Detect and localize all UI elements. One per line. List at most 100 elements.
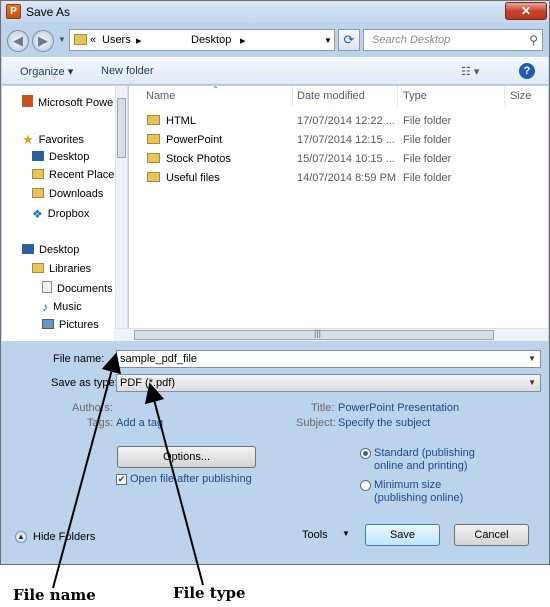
views-icon[interactable]: ☷ ▾ — [461, 65, 479, 78]
file-row[interactable]: PowerPoint 17/07/2014 12:15 ... File fol… — [129, 131, 548, 150]
powerpoint-app-icon: P — [6, 4, 21, 19]
save-as-type-select[interactable]: PDF (*.pdf) ▼ — [116, 374, 541, 392]
recent-places-icon — [32, 169, 44, 179]
column-header-size[interactable]: Size — [510, 90, 531, 102]
tools-button[interactable]: Tools — [302, 529, 328, 541]
nav-item-downloads[interactable]: Downloads — [32, 188, 103, 200]
column-divider[interactable] — [292, 86, 293, 106]
column-header-type[interactable]: Type — [403, 90, 427, 102]
nav-item-music[interactable]: ♪ Music — [42, 300, 82, 314]
breadcrumb-users[interactable]: Users — [102, 34, 131, 46]
save-as-type-value: PDF (*.pdf) — [120, 377, 176, 389]
save-button[interactable]: Save — [365, 524, 440, 546]
file-date-cell: 17/07/2014 12:22 ... — [297, 115, 395, 127]
nav-item-microsoft-powerpoint[interactable]: Microsoft Powe — [22, 95, 113, 109]
nav-item-desktop[interactable]: Desktop — [32, 151, 89, 163]
subject-field[interactable]: Specify the subject — [338, 417, 430, 429]
file-date-cell: 15/07/2014 10:15 ... — [297, 153, 395, 165]
file-name-cell: Stock Photos — [147, 153, 231, 165]
title-bar[interactable]: P Save As ✕ — [1, 1, 549, 23]
file-type-cell: File folder — [403, 134, 452, 146]
tools-dropdown-icon[interactable]: ▼ — [342, 529, 350, 538]
search-input[interactable]: Search Desktop — [372, 34, 450, 46]
forward-icon[interactable]: ▶ — [32, 30, 54, 52]
file-list: Name ⌃ Date modified Type Size HTML 17/0… — [129, 85, 548, 341]
nav-item-favorites[interactable]: ★ Favorites — [22, 132, 84, 147]
file-type-cell: File folder — [403, 115, 452, 127]
nav-pane-scrollbar[interactable] — [115, 86, 127, 341]
desktop-icon — [22, 244, 34, 254]
scrollbar-grip-icon: ||| — [314, 328, 322, 338]
nav-item-label: Recent Places — [49, 169, 120, 181]
file-name: Useful files — [166, 172, 220, 184]
close-button[interactable]: ✕ — [505, 2, 547, 20]
nav-item-label: Pictures — [59, 319, 99, 331]
options-button[interactable]: Options... — [117, 446, 256, 468]
save-as-type-dropdown-icon[interactable]: ▼ — [528, 378, 536, 387]
file-name-annotation: File name — [13, 586, 96, 604]
file-row[interactable]: Stock Photos 15/07/2014 10:15 ... File f… — [129, 150, 548, 169]
nav-item-documents[interactable]: Documents — [42, 281, 113, 295]
music-icon: ♪ — [42, 300, 48, 314]
file-name-dropdown-icon[interactable]: ▼ — [528, 354, 536, 363]
file-name-cell: PowerPoint — [147, 134, 222, 146]
column-divider[interactable] — [397, 86, 398, 106]
file-name-input[interactable]: sample_pdf_file — [120, 353, 197, 365]
column-header-name[interactable]: Name — [146, 90, 175, 102]
file-date-cell: 17/07/2014 12:15 ... — [297, 134, 395, 146]
breadcrumb-overflow[interactable]: « — [90, 34, 96, 46]
file-row[interactable]: HTML 17/07/2014 12:22 ... File folder — [129, 112, 548, 131]
hide-folders-button[interactable]: Hide Folders — [33, 531, 95, 543]
help-icon[interactable]: ? — [519, 63, 535, 79]
star-icon: ★ — [22, 132, 34, 147]
file-type-annotation: File type — [173, 584, 246, 602]
dropbox-icon: ❖ — [32, 207, 43, 221]
nav-item-label: Microsoft Powe — [38, 97, 114, 109]
sort-indicator-icon: ⌃ — [212, 85, 219, 94]
search-box[interactable]: Search Desktop ⚲ — [363, 29, 543, 51]
nav-item-label: Music — [53, 301, 82, 313]
tags-field[interactable]: Add a tag — [116, 417, 163, 429]
folder-icon — [147, 134, 160, 144]
nav-item-pictures[interactable]: Pictures — [42, 319, 99, 331]
libraries-icon — [32, 263, 44, 273]
recent-pages-dropdown-icon[interactable]: ▼ — [58, 35, 66, 44]
new-folder-button[interactable]: New folder — [101, 65, 154, 77]
scrollbar-thumb[interactable] — [117, 98, 126, 158]
documents-icon — [42, 281, 52, 293]
open-after-publishing-checkbox[interactable]: ✔ — [116, 474, 127, 485]
file-name-field[interactable]: sample_pdf_file ▼ — [116, 350, 541, 368]
minimum-size-label[interactable]: Minimum size (publishing online) — [374, 479, 474, 505]
breadcrumb-separator[interactable]: ▸ — [240, 34, 246, 47]
organize-button[interactable]: Organize ▾ — [20, 65, 73, 78]
breadcrumb-separator[interactable]: ▸ — [136, 34, 142, 47]
address-bar[interactable]: « Users ▸ Desktop ▸ ▼ — [69, 29, 335, 51]
cancel-button[interactable]: Cancel — [454, 524, 529, 546]
folder-icon — [147, 172, 160, 182]
nav-item-recent-places[interactable]: Recent Places — [32, 169, 120, 181]
save-as-type-label: Save as type: — [51, 377, 118, 389]
downloads-icon — [32, 188, 44, 198]
breadcrumb-desktop[interactable]: Desktop — [191, 34, 231, 46]
back-icon[interactable]: ◀ — [7, 30, 29, 52]
nav-item-desktop-root[interactable]: Desktop — [22, 244, 79, 256]
file-name-cell: Useful files — [147, 172, 220, 184]
file-type-cell: File folder — [403, 172, 452, 184]
column-divider[interactable] — [504, 86, 505, 106]
nav-item-libraries[interactable]: Libraries — [32, 263, 91, 275]
nav-item-dropbox[interactable]: ❖ Dropbox — [32, 207, 89, 221]
folder-icon — [74, 34, 87, 45]
refresh-icon[interactable]: ⟳ — [338, 29, 360, 51]
column-header-date[interactable]: Date modified — [297, 90, 365, 102]
file-list-horizontal-scrollbar[interactable]: ||| — [114, 328, 548, 341]
title-field[interactable]: PowerPoint Presentation — [338, 402, 459, 414]
address-dropdown-icon[interactable]: ▼ — [324, 36, 332, 45]
file-type-cell: File folder — [403, 153, 452, 165]
file-row[interactable]: Useful files 14/07/2014 8:59 PM File fol… — [129, 169, 548, 188]
navigation-pane: Microsoft Powe ★ Favorites Desktop Recent… — [2, 86, 128, 341]
standard-label[interactable]: Standard (publishing online and printing… — [374, 447, 484, 473]
standard-radio[interactable] — [360, 448, 371, 459]
minimum-size-radio[interactable] — [360, 480, 371, 491]
open-after-publishing-label[interactable]: Open file after publishing — [130, 473, 252, 486]
hide-folders-icon[interactable]: ▲ — [15, 531, 27, 543]
